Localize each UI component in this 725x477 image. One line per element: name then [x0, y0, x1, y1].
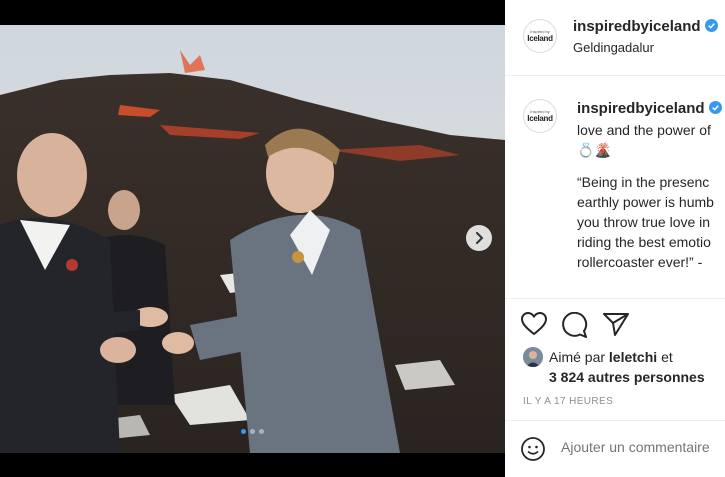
comment-input[interactable] [561, 439, 725, 455]
caption-author-name: inspiredbyiceland [577, 100, 705, 117]
caption-avatar[interactable]: Inspired by Iceland [523, 99, 557, 133]
likes-summary: Aimé par leletchi et 3 824 autres person… [523, 347, 705, 387]
caption-text: love and the power of 💍🌋 “Being in the p… [577, 120, 725, 272]
paper-plane-icon [603, 313, 629, 336]
caption-line: rollercoaster ever!” - [577, 254, 703, 270]
person-photo-icon [523, 347, 543, 367]
post-actions: Aimé par leletchi et 3 824 autres person… [505, 298, 725, 477]
verified-badge-icon [704, 19, 718, 32]
like-button[interactable] [520, 311, 548, 343]
caption-line: you throw true love in [577, 214, 711, 230]
carousel-dot-active [241, 429, 246, 434]
wedding-photo [0, 25, 505, 453]
emoji-button[interactable] [521, 437, 545, 466]
emoji-icon [521, 437, 545, 461]
post-sidebar: Inspired by Iceland inspiredbyiceland Ge… [505, 0, 725, 477]
next-slide-button[interactable] [466, 225, 492, 251]
carousel-indicator [0, 429, 505, 434]
post-photo[interactable] [0, 25, 505, 453]
comment-button[interactable] [562, 311, 588, 343]
caption-line [577, 160, 725, 172]
heart-icon [520, 311, 548, 336]
post-timestamp[interactable]: IL Y A 17 HEURES [523, 396, 613, 407]
carousel-dot [259, 429, 264, 434]
caption-line: riding the best emotio [577, 234, 711, 250]
avatar[interactable]: Inspired by Iceland [523, 19, 557, 53]
liked-by-suffix: et [661, 349, 673, 365]
likes-count[interactable]: 3 824 autres personnes [523, 367, 705, 387]
caption-username[interactable]: inspiredbyiceland [577, 100, 722, 117]
liker-avatar[interactable] [523, 347, 543, 367]
caption-line: love and the power of [577, 122, 711, 138]
author-name: inspiredbyiceland [573, 18, 701, 35]
post-media [0, 0, 505, 477]
carousel-dot [250, 429, 255, 434]
caption-line: 💍🌋 [577, 142, 612, 158]
caption-line: “Being in the presenc [577, 174, 710, 190]
author-username[interactable]: inspiredbyiceland [573, 18, 718, 35]
comment-bubble-icon [562, 311, 588, 338]
caption-line: earthly power is humb [577, 194, 714, 210]
location-link[interactable]: Geldingadalur [573, 40, 654, 55]
share-button[interactable] [603, 312, 629, 343]
liked-by-user[interactable]: leletchi [609, 349, 657, 365]
post-header: Inspired by Iceland inspiredbyiceland Ge… [505, 0, 725, 76]
avatar-logo-text: Iceland [527, 33, 553, 43]
chevron-right-icon [476, 232, 484, 244]
liked-by-prefix: Aimé par [549, 349, 606, 365]
avatar-logo-text: Iceland [527, 113, 553, 123]
verified-badge-icon [708, 101, 722, 114]
comment-box [505, 420, 725, 477]
